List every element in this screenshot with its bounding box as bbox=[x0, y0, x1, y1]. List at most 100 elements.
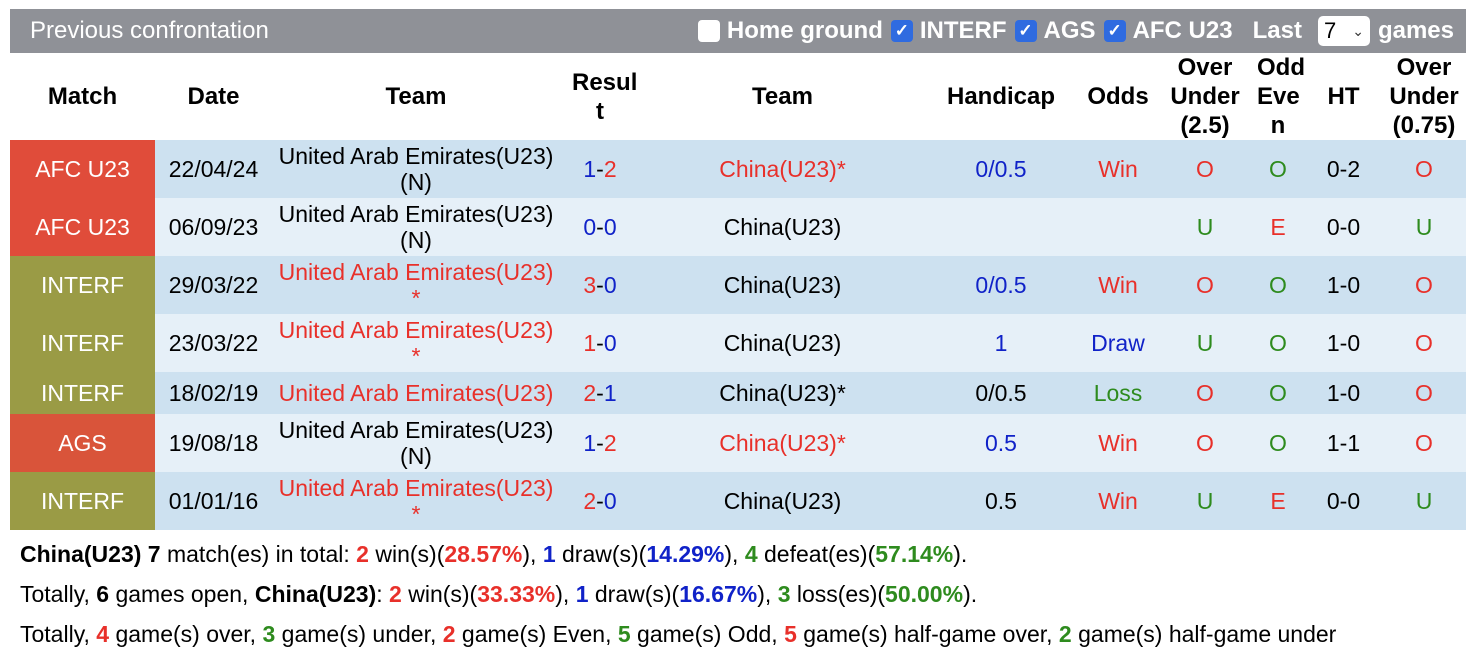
over-under-value: U bbox=[1159, 198, 1251, 256]
summary-text: game(s) half-game under bbox=[1071, 621, 1337, 647]
away-team[interactable]: China(U23) bbox=[640, 198, 925, 256]
away-team[interactable]: China(U23)* bbox=[640, 414, 925, 472]
home-team-name: United Arab Emirates(U23) bbox=[278, 259, 554, 285]
summary-text: 16.67% bbox=[679, 581, 758, 607]
summary-text: ), bbox=[522, 541, 543, 567]
match-league-cell[interactable]: AFC U23 bbox=[10, 198, 155, 256]
filter-afc-u23[interactable]: ✓ AFC U23 bbox=[1103, 17, 1233, 45]
odds-value bbox=[1077, 198, 1159, 256]
score-separator: - bbox=[596, 329, 604, 356]
games-count-select[interactable]: 7 ⌄ bbox=[1310, 16, 1378, 46]
odd-even-value: O bbox=[1251, 414, 1305, 472]
match-league-cell[interactable]: AFC U23 bbox=[10, 140, 155, 198]
summary-text: 3 bbox=[777, 581, 791, 607]
checkbox-icon[interactable] bbox=[697, 20, 720, 42]
home-goals: 2 bbox=[583, 379, 597, 406]
checkmark-icon[interactable]: ✓ bbox=[1103, 20, 1126, 42]
home-goals: 2 bbox=[583, 487, 597, 514]
over-under-ht-value: O bbox=[1382, 314, 1466, 372]
away-goals: 0 bbox=[603, 213, 617, 240]
away-goals: 2 bbox=[603, 429, 617, 456]
home-team-cell[interactable]: United Arab Emirates(U23) (N) bbox=[272, 140, 560, 198]
over-under-value: U bbox=[1159, 472, 1251, 530]
over-under-value: O bbox=[1159, 256, 1251, 314]
home-team-cell[interactable]: United Arab Emirates(U23) * bbox=[272, 314, 560, 372]
match-league-cell[interactable]: AGS bbox=[10, 414, 155, 472]
away-goals: 0 bbox=[603, 329, 617, 356]
summary-text: game(s) under, bbox=[275, 621, 443, 647]
over-under-ht-value: U bbox=[1382, 198, 1466, 256]
col-over-under-ht: Over Under (0.75) bbox=[1382, 53, 1466, 140]
previous-confrontation-panel: Previous confrontation Home ground ✓ INT… bbox=[10, 9, 1466, 530]
home-team-cell[interactable]: United Arab Emirates(U23) * bbox=[272, 256, 560, 314]
score-separator: - bbox=[596, 155, 604, 182]
filter-home-ground[interactable]: Home ground bbox=[697, 17, 883, 45]
summary-line: China(U23) 7 match(es) in total: 2 win(s… bbox=[20, 534, 1336, 574]
match-date: 19/08/18 bbox=[155, 414, 272, 472]
col-odd-even: Odd Eve n bbox=[1251, 53, 1305, 140]
score-separator: - bbox=[596, 379, 604, 406]
home-team-name: United Arab Emirates(U23) bbox=[278, 317, 554, 343]
over-under-ht-value: O bbox=[1382, 256, 1466, 314]
away-team[interactable]: China(U23) bbox=[640, 472, 925, 530]
summary-text: 28.57% bbox=[444, 541, 523, 567]
odd-even-value: E bbox=[1251, 472, 1305, 530]
summary-text: 7 bbox=[147, 541, 161, 567]
over-under-value: O bbox=[1159, 414, 1251, 472]
table-header-row: Match Date Team Resul t Team Handicap Od… bbox=[10, 53, 1466, 140]
home-team-name: United Arab Emirates(U23) bbox=[278, 380, 554, 406]
handicap-value: 0/0.5 bbox=[925, 372, 1077, 414]
home-team-suffix: * bbox=[411, 343, 421, 369]
summary-text: 2 bbox=[356, 541, 369, 567]
result-cell: 2-0 bbox=[560, 472, 640, 530]
filter-interf[interactable]: ✓ INTERF bbox=[890, 17, 1007, 45]
col-over-under: Over Under (2.5) bbox=[1159, 53, 1251, 140]
ht-score: 0-0 bbox=[1305, 198, 1382, 256]
odds-value: Win bbox=[1077, 414, 1159, 472]
panel-title: Previous confrontation bbox=[30, 17, 269, 44]
summary-text: ), bbox=[724, 541, 745, 567]
summary-text: game(s) Even, bbox=[455, 621, 618, 647]
match-league-cell[interactable]: INTERF bbox=[10, 472, 155, 530]
filter-ags[interactable]: ✓ AGS bbox=[1014, 17, 1096, 45]
confrontation-table: Match Date Team Resul t Team Handicap Od… bbox=[10, 53, 1466, 530]
match-date: 22/04/24 bbox=[155, 140, 272, 198]
ht-score: 0-0 bbox=[1305, 472, 1382, 530]
over-under-ht-value: O bbox=[1382, 140, 1466, 198]
table-row: INTERF 01/01/16 United Arab Emirates(U23) *… bbox=[10, 472, 1466, 530]
result-cell: 1-2 bbox=[560, 414, 640, 472]
col-date: Date bbox=[155, 53, 272, 140]
home-team-cell[interactable]: United Arab Emirates(U23) (N) bbox=[272, 414, 560, 472]
summary-line: Totally, 6 games open, China(U23): 2 win… bbox=[20, 574, 1336, 614]
home-team-cell[interactable]: United Arab Emirates(U23) bbox=[272, 372, 560, 414]
handicap-value: 0.5 bbox=[925, 414, 1077, 472]
over-under-ht-value: U bbox=[1382, 472, 1466, 530]
home-goals: 1 bbox=[583, 155, 597, 182]
summary-line: Totally, 4 game(s) over, 3 game(s) under… bbox=[20, 614, 1336, 654]
match-date: 18/02/19 bbox=[155, 372, 272, 414]
home-team-cell[interactable]: United Arab Emirates(U23) (N) bbox=[272, 198, 560, 256]
table-row: INTERF 29/03/22 United Arab Emirates(U23) *… bbox=[10, 256, 1466, 314]
match-league-cell[interactable]: INTERF bbox=[10, 256, 155, 314]
col-handicap: Handicap bbox=[925, 53, 1077, 140]
away-team[interactable]: China(U23) bbox=[640, 256, 925, 314]
games-label: games bbox=[1377, 17, 1454, 44]
checkmark-icon[interactable]: ✓ bbox=[1014, 20, 1037, 42]
summary-text: 1 bbox=[575, 581, 589, 607]
summary-text: 4 bbox=[96, 621, 110, 647]
away-team[interactable]: China(U23) bbox=[640, 314, 925, 372]
away-team[interactable]: China(U23)* bbox=[640, 372, 925, 414]
match-league-cell[interactable]: INTERF bbox=[10, 314, 155, 372]
home-team-name: United Arab Emirates(U23) bbox=[278, 417, 554, 443]
result-cell: 1-0 bbox=[560, 314, 640, 372]
away-team[interactable]: China(U23)* bbox=[640, 140, 925, 198]
summary-text: match(es) in total: bbox=[160, 541, 357, 567]
summary-text: win(s)( bbox=[401, 581, 478, 607]
match-league-cell[interactable]: INTERF bbox=[10, 372, 155, 414]
summary-text: 14.29% bbox=[646, 541, 725, 567]
odds-value: Draw bbox=[1077, 314, 1159, 372]
home-team-cell[interactable]: United Arab Emirates(U23) * bbox=[272, 472, 560, 530]
home-team-suffix: (N) bbox=[400, 169, 432, 195]
away-goals: 0 bbox=[603, 271, 617, 298]
checkmark-icon[interactable]: ✓ bbox=[890, 20, 913, 42]
